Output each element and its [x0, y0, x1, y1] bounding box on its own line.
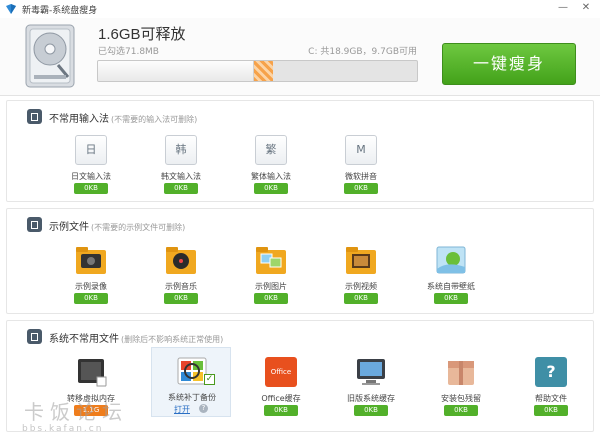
releasable-size: 1.6GB可释放 [98, 26, 186, 43]
size-badge: 0KB [254, 293, 288, 304]
size-badge: 0KB [264, 405, 298, 416]
wallpaper-icon [436, 246, 466, 274]
size-badge: 0KB [74, 293, 108, 304]
microsoft-pinyin-icon: M [345, 135, 377, 165]
item-label: 示例录像 [75, 282, 107, 291]
selected-size: 已勾选71.8MB [98, 47, 159, 57]
size-badge: 0KB [444, 405, 478, 416]
item-label: 安装包残留 [441, 394, 481, 403]
music-folder-icon [166, 247, 196, 274]
disk-info: C: 共18.9GB，9.7GB可用 [308, 47, 417, 57]
section-sample-files: 示例文件 (不需要的示例文件可删除) 示例录像 0KB 示例音乐 0KB 示例图片… [6, 208, 594, 314]
size-badge: 0KB [164, 183, 198, 194]
film-folder-icon [346, 247, 376, 274]
size-badge: 0KB [344, 293, 378, 304]
hard-drive-icon [25, 24, 75, 88]
monitor-icon [357, 359, 385, 385]
item-patch-backup[interactable]: ✓ 系统补丁备份 打开 ? [151, 347, 231, 417]
korean-ime-icon: 韩 [165, 135, 197, 165]
section-title: 示例文件 [49, 222, 89, 233]
item-label: 系统自带壁纸 [427, 282, 475, 291]
size-badge: 0KB [354, 405, 388, 416]
item-label: 日文输入法 [71, 172, 111, 181]
section-title: 系统不常用文件 [49, 334, 119, 345]
item-label: 系统补丁备份 [168, 393, 216, 402]
item-label: 帮助文件 [535, 394, 567, 403]
office-icon: Office [265, 357, 297, 387]
traditional-ime-icon: 繁 [255, 135, 287, 165]
open-link[interactable]: 打开 [174, 404, 190, 415]
item-label: 繁体输入法 [251, 172, 291, 181]
watermark-url: bbs.kafan.cn [22, 424, 104, 434]
size-badge: 0KB [434, 293, 468, 304]
japanese-ime-icon: 日 [75, 135, 107, 165]
disk-used-fill [98, 61, 255, 81]
system-section-icon [27, 329, 42, 344]
item-label: 旧版系统缓存 [347, 394, 395, 403]
size-badge: 0KB [534, 405, 568, 416]
size-badge: 0KB [254, 183, 288, 194]
minimize-icon[interactable]: — [555, 1, 571, 15]
summary-header: 1.6GB可释放 已勾选71.8MB C: 共18.9GB，9.7GB可用 一键… [0, 18, 600, 96]
selected-checkbox[interactable]: ✓ [204, 374, 215, 385]
section-note: (删除后不影响系统正常使用) [121, 335, 224, 344]
folder-section-icon [27, 217, 42, 232]
size-badge: 0KB [164, 293, 198, 304]
keyboard-section-icon [27, 109, 42, 124]
section-note: (不需要的输入法可删除) [111, 115, 198, 124]
video-folder-icon [76, 247, 106, 274]
title-bar: 新毒霸-系统盘瘦身 — ✕ [0, 0, 600, 18]
watermark-logo: 卡饭论坛 [24, 400, 128, 424]
disk-selected-fill [254, 61, 274, 81]
item-label: 示例视频 [345, 282, 377, 291]
item-label: 微软拼音 [345, 172, 377, 181]
item-label: 示例图片 [255, 282, 287, 291]
help-question-icon[interactable]: ? [199, 404, 208, 413]
section-input-methods: 不常用输入法 (不需要的输入法可删除) 日 日文输入法 0KB 韩 韩文输入法 0… [6, 100, 594, 202]
item-label: 韩文输入法 [161, 172, 201, 181]
memory-chip-icon [78, 359, 107, 387]
help-file-icon: ? [535, 357, 567, 387]
picture-folder-icon [256, 247, 286, 274]
item-label: 示例音乐 [165, 282, 197, 291]
package-box-icon [448, 361, 474, 385]
close-icon[interactable]: ✕ [578, 1, 594, 15]
item-label: Office缓存 [261, 394, 301, 403]
duba-logo-icon [6, 4, 16, 14]
window-title: 新毒霸-系统盘瘦身 [22, 6, 98, 16]
one-click-clean-button[interactable]: 一键瘦身 [442, 43, 576, 85]
disk-usage-bar [97, 60, 418, 82]
size-badge: 0KB [74, 183, 108, 194]
section-title: 不常用输入法 [49, 114, 109, 125]
size-badge: 0KB [344, 183, 378, 194]
section-note: (不需要的示例文件可删除) [91, 223, 186, 232]
